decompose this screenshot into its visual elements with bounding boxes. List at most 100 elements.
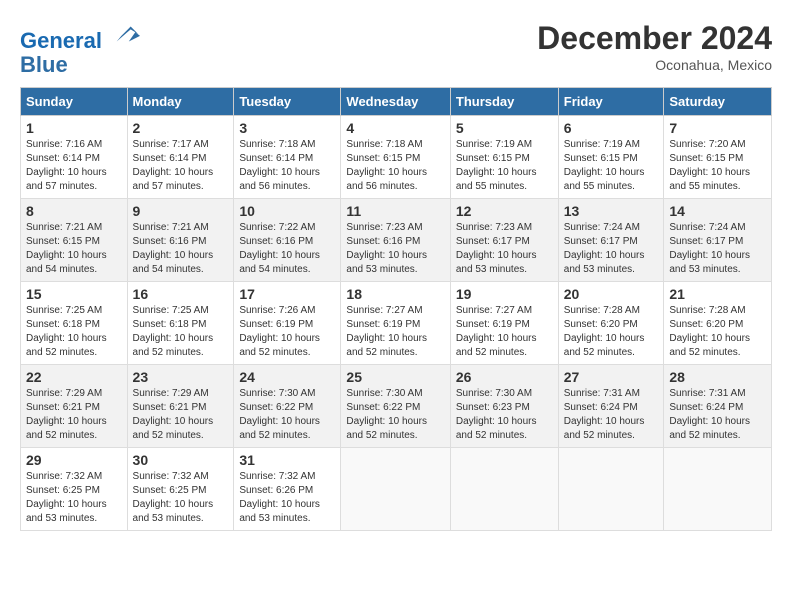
day-info: Sunrise: 7:25 AM Sunset: 6:18 PM Dayligh… [26,304,122,360]
day-header-tuesday: Tuesday [234,88,341,116]
day-info: Sunrise: 7:28 AM Sunset: 6:20 PM Dayligh… [564,304,659,360]
calendar-cell: 15 Sunrise: 7:25 AM Sunset: 6:18 PM Dayl… [21,282,128,365]
day-info: Sunrise: 7:31 AM Sunset: 6:24 PM Dayligh… [669,387,766,443]
day-number: 9 [133,203,229,219]
calendar-cell: 22 Sunrise: 7:29 AM Sunset: 6:21 PM Dayl… [21,365,128,448]
day-info: Sunrise: 7:21 AM Sunset: 6:15 PM Dayligh… [26,221,122,277]
day-number: 13 [564,203,659,219]
day-number: 21 [669,286,766,302]
month-title: December 2024 [537,20,772,57]
calendar-cell: 20 Sunrise: 7:28 AM Sunset: 6:20 PM Dayl… [558,282,664,365]
day-number: 29 [26,452,122,468]
day-info: Sunrise: 7:30 AM Sunset: 6:22 PM Dayligh… [239,387,335,443]
day-info: Sunrise: 7:32 AM Sunset: 6:26 PM Dayligh… [239,470,335,526]
day-number: 25 [346,369,444,385]
title-area: December 2024 Oconahua, Mexico [537,20,772,73]
calendar-cell: 19 Sunrise: 7:27 AM Sunset: 6:19 PM Dayl… [450,282,558,365]
day-info: Sunrise: 7:31 AM Sunset: 6:24 PM Dayligh… [564,387,659,443]
day-info: Sunrise: 7:30 AM Sunset: 6:23 PM Dayligh… [456,387,553,443]
calendar-cell: 13 Sunrise: 7:24 AM Sunset: 6:17 PM Dayl… [558,199,664,282]
calendar-cell: 30 Sunrise: 7:32 AM Sunset: 6:25 PM Dayl… [127,448,234,531]
calendar-cell: 25 Sunrise: 7:30 AM Sunset: 6:22 PM Dayl… [341,365,450,448]
day-info: Sunrise: 7:21 AM Sunset: 6:16 PM Dayligh… [133,221,229,277]
day-info: Sunrise: 7:24 AM Sunset: 6:17 PM Dayligh… [564,221,659,277]
week-row-4: 22 Sunrise: 7:29 AM Sunset: 6:21 PM Dayl… [21,365,772,448]
day-info: Sunrise: 7:19 AM Sunset: 6:15 PM Dayligh… [564,138,659,194]
logo-blue: Blue [20,52,68,77]
calendar-cell: 1 Sunrise: 7:16 AM Sunset: 6:14 PM Dayli… [21,116,128,199]
location: Oconahua, Mexico [537,57,772,73]
day-header-monday: Monday [127,88,234,116]
day-number: 18 [346,286,444,302]
day-number: 1 [26,120,122,136]
day-number: 22 [26,369,122,385]
day-info: Sunrise: 7:28 AM Sunset: 6:20 PM Dayligh… [669,304,766,360]
logo: General Blue [20,20,140,77]
day-number: 11 [346,203,444,219]
day-info: Sunrise: 7:26 AM Sunset: 6:19 PM Dayligh… [239,304,335,360]
calendar-cell: 6 Sunrise: 7:19 AM Sunset: 6:15 PM Dayli… [558,116,664,199]
calendar-cell: 12 Sunrise: 7:23 AM Sunset: 6:17 PM Dayl… [450,199,558,282]
day-number: 31 [239,452,335,468]
day-number: 23 [133,369,229,385]
day-header-friday: Friday [558,88,664,116]
logo-general: General [20,28,102,53]
day-info: Sunrise: 7:16 AM Sunset: 6:14 PM Dayligh… [26,138,122,194]
day-info: Sunrise: 7:23 AM Sunset: 6:17 PM Dayligh… [456,221,553,277]
calendar-cell: 29 Sunrise: 7:32 AM Sunset: 6:25 PM Dayl… [21,448,128,531]
week-row-3: 15 Sunrise: 7:25 AM Sunset: 6:18 PM Dayl… [21,282,772,365]
day-info: Sunrise: 7:27 AM Sunset: 6:19 PM Dayligh… [346,304,444,360]
day-info: Sunrise: 7:27 AM Sunset: 6:19 PM Dayligh… [456,304,553,360]
day-header-saturday: Saturday [664,88,772,116]
day-info: Sunrise: 7:17 AM Sunset: 6:14 PM Dayligh… [133,138,229,194]
calendar-cell: 2 Sunrise: 7:17 AM Sunset: 6:14 PM Dayli… [127,116,234,199]
calendar-cell: 18 Sunrise: 7:27 AM Sunset: 6:19 PM Dayl… [341,282,450,365]
day-number: 5 [456,120,553,136]
day-number: 26 [456,369,553,385]
day-number: 19 [456,286,553,302]
calendar-cell: 7 Sunrise: 7:20 AM Sunset: 6:15 PM Dayli… [664,116,772,199]
day-info: Sunrise: 7:18 AM Sunset: 6:15 PM Dayligh… [346,138,444,194]
day-info: Sunrise: 7:29 AM Sunset: 6:21 PM Dayligh… [133,387,229,443]
day-number: 10 [239,203,335,219]
calendar-cell: 9 Sunrise: 7:21 AM Sunset: 6:16 PM Dayli… [127,199,234,282]
calendar-header-row: SundayMondayTuesdayWednesdayThursdayFrid… [21,88,772,116]
day-info: Sunrise: 7:32 AM Sunset: 6:25 PM Dayligh… [26,470,122,526]
week-row-5: 29 Sunrise: 7:32 AM Sunset: 6:25 PM Dayl… [21,448,772,531]
day-info: Sunrise: 7:32 AM Sunset: 6:25 PM Dayligh… [133,470,229,526]
day-info: Sunrise: 7:22 AM Sunset: 6:16 PM Dayligh… [239,221,335,277]
calendar-cell: 28 Sunrise: 7:31 AM Sunset: 6:24 PM Dayl… [664,365,772,448]
day-info: Sunrise: 7:19 AM Sunset: 6:15 PM Dayligh… [456,138,553,194]
calendar-cell: 5 Sunrise: 7:19 AM Sunset: 6:15 PM Dayli… [450,116,558,199]
logo-icon [112,20,140,48]
calendar-table: SundayMondayTuesdayWednesdayThursdayFrid… [20,87,772,531]
calendar-cell: 10 Sunrise: 7:22 AM Sunset: 6:16 PM Dayl… [234,199,341,282]
calendar-cell: 4 Sunrise: 7:18 AM Sunset: 6:15 PM Dayli… [341,116,450,199]
calendar-cell [341,448,450,531]
day-number: 12 [456,203,553,219]
calendar-cell: 11 Sunrise: 7:23 AM Sunset: 6:16 PM Dayl… [341,199,450,282]
day-header-wednesday: Wednesday [341,88,450,116]
calendar-cell [664,448,772,531]
day-info: Sunrise: 7:29 AM Sunset: 6:21 PM Dayligh… [26,387,122,443]
day-info: Sunrise: 7:20 AM Sunset: 6:15 PM Dayligh… [669,138,766,194]
calendar-cell: 23 Sunrise: 7:29 AM Sunset: 6:21 PM Dayl… [127,365,234,448]
day-number: 2 [133,120,229,136]
calendar-cell [450,448,558,531]
day-number: 28 [669,369,766,385]
day-number: 4 [346,120,444,136]
day-number: 8 [26,203,122,219]
day-number: 3 [239,120,335,136]
day-number: 17 [239,286,335,302]
day-number: 16 [133,286,229,302]
calendar-cell: 26 Sunrise: 7:30 AM Sunset: 6:23 PM Dayl… [450,365,558,448]
day-header-sunday: Sunday [21,88,128,116]
day-number: 6 [564,120,659,136]
week-row-1: 1 Sunrise: 7:16 AM Sunset: 6:14 PM Dayli… [21,116,772,199]
calendar-cell: 31 Sunrise: 7:32 AM Sunset: 6:26 PM Dayl… [234,448,341,531]
day-info: Sunrise: 7:18 AM Sunset: 6:14 PM Dayligh… [239,138,335,194]
calendar-cell: 8 Sunrise: 7:21 AM Sunset: 6:15 PM Dayli… [21,199,128,282]
day-header-thursday: Thursday [450,88,558,116]
page-header: General Blue December 2024 Oconahua, Mex… [20,20,772,77]
day-number: 27 [564,369,659,385]
